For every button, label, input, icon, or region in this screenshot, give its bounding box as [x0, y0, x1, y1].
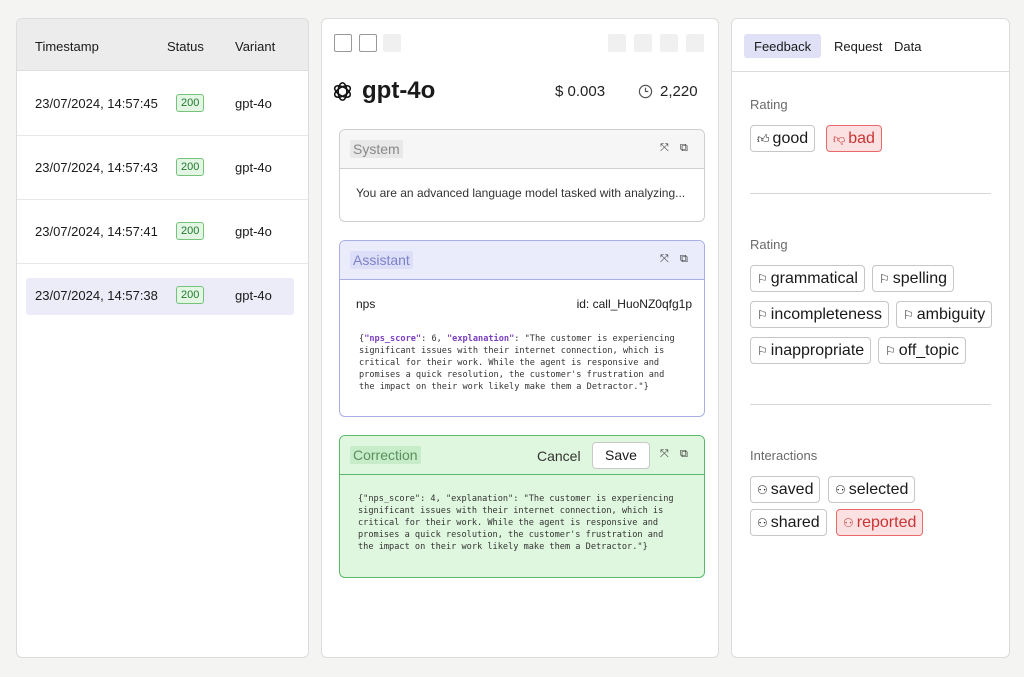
table-row[interactable]: 23/07/2024, 14:57:41 200 gpt-4o — [17, 200, 308, 264]
table-row-selected[interactable]: 23/07/2024, 14:57:38 200 gpt-4o — [17, 264, 308, 328]
collapse-icon[interactable]: ⤧ — [660, 448, 669, 461]
row-variant: gpt-4o — [235, 224, 272, 239]
row-variant: gpt-4o — [235, 160, 272, 175]
interaction-icon: ⚇ — [757, 516, 768, 530]
tool-call-json: {"nps_score": 6, "explanation": "The cus… — [350, 325, 696, 407]
assistant-label: Assistant — [350, 251, 413, 269]
interaction-icon: ⚇ — [843, 516, 854, 530]
model-title: gpt-4o — [362, 77, 435, 105]
card-header: Assistant ⤧ ⧉ — [340, 241, 704, 280]
interaction-saved-chip[interactable]: ⚇saved — [750, 476, 820, 503]
flag-icon: ⚐ — [879, 272, 890, 286]
flag-icon: ⚐ — [903, 308, 914, 322]
toolbar-placeholder — [634, 34, 652, 52]
card-header: Correction Cancel Save ⤧ ⧉ — [340, 436, 704, 475]
save-button[interactable]: Save — [592, 442, 650, 469]
interaction-reported-chip[interactable]: ⚇reported — [836, 509, 923, 536]
rating-section-label: Rating — [750, 97, 788, 112]
toolbar-placeholder — [608, 34, 626, 52]
row-timestamp: 23/07/2024, 14:57:45 — [35, 96, 158, 111]
tag-ambiguity-chip[interactable]: ⚐ambiguity — [896, 301, 992, 328]
toolbar-placeholder — [660, 34, 678, 52]
status-badge: 200 — [176, 286, 204, 304]
tag-grammatical-chip[interactable]: ⚐grammatical — [750, 265, 865, 292]
copy-icon[interactable]: ⧉ — [680, 142, 688, 155]
copy-icon[interactable]: ⧉ — [680, 253, 688, 266]
rating-bad-chip[interactable]: 👎︎bad — [826, 125, 882, 152]
tab-request[interactable]: Request — [824, 34, 892, 58]
assistant-message-card: Assistant ⤧ ⧉ nps id: call_HuoNZ0qfg1p {… — [339, 240, 705, 417]
row-timestamp: 23/07/2024, 14:57:38 — [35, 288, 158, 303]
thumbs-up-icon: 👍︎ — [757, 132, 770, 146]
column-timestamp[interactable]: Timestamp — [35, 39, 99, 54]
openai-logo-icon — [331, 80, 354, 103]
clock-icon — [638, 84, 653, 99]
toolbar-placeholder — [383, 34, 401, 52]
interaction-icon: ⚇ — [835, 483, 846, 497]
status-badge: 200 — [176, 222, 204, 240]
tab-data[interactable]: Data — [884, 34, 931, 58]
cost-value: $ 0.003 — [555, 83, 605, 100]
row-timestamp: 23/07/2024, 14:57:43 — [35, 160, 158, 175]
thumbs-down-icon: 👎︎ — [833, 132, 845, 146]
feedback-panel: Feedback Request Data Rating 👍︎good 👎︎ba… — [731, 18, 1010, 658]
select-checkbox[interactable] — [334, 34, 352, 52]
row-timestamp: 23/07/2024, 14:57:41 — [35, 224, 158, 239]
copy-icon[interactable]: ⧉ — [680, 448, 688, 461]
call-id: id: call_HuoNZ0qfg1p — [577, 297, 692, 311]
detail-panel: gpt-4o $ 0.003 2,220 System ⤧ ⧉ You are … — [321, 18, 719, 658]
tab-bar: Feedback Request Data — [732, 19, 1009, 72]
log-table: Timestamp Status Variant 23/07/2024, 14:… — [16, 18, 309, 658]
tag-off-topic-chip[interactable]: ⚐off_topic — [878, 337, 966, 364]
system-message-card: System ⤧ ⧉ You are an advanced language … — [339, 129, 705, 222]
interaction-selected-chip[interactable]: ⚇selected — [828, 476, 915, 503]
correction-card: Correction Cancel Save ⤧ ⧉ {"nps_score":… — [339, 435, 705, 578]
interaction-icon: ⚇ — [757, 483, 768, 497]
rating-tags-section-label: Rating — [750, 237, 788, 252]
correction-label: Correction — [350, 446, 421, 464]
flag-icon: ⚐ — [757, 272, 768, 286]
tab-feedback[interactable]: Feedback — [744, 34, 821, 58]
row-variant: gpt-4o — [235, 96, 272, 111]
divider — [750, 404, 991, 405]
collapse-icon[interactable]: ⤧ — [660, 142, 669, 155]
card-header: System ⤧ ⧉ — [340, 130, 704, 169]
table-row[interactable]: 23/07/2024, 14:57:45 200 gpt-4o — [17, 72, 308, 136]
tag-inappropriate-chip[interactable]: ⚐inappropriate — [750, 337, 871, 364]
tag-spelling-chip[interactable]: ⚐spelling — [872, 265, 954, 292]
flag-icon: ⚐ — [885, 344, 896, 358]
function-name: nps — [356, 297, 375, 311]
rating-good-chip[interactable]: 👍︎good — [750, 125, 815, 152]
table-row[interactable]: 23/07/2024, 14:57:43 200 gpt-4o — [17, 136, 308, 200]
toolbar-placeholder — [686, 34, 704, 52]
table-header: Timestamp Status Variant — [17, 19, 308, 71]
flag-icon: ⚐ — [757, 344, 768, 358]
token-count: 2,220 — [660, 83, 698, 100]
status-badge: 200 — [176, 94, 204, 112]
select-checkbox-2[interactable] — [359, 34, 377, 52]
system-text: You are an advanced language model taske… — [356, 186, 685, 200]
system-label: System — [350, 140, 403, 158]
flag-icon: ⚐ — [757, 308, 768, 322]
row-variant: gpt-4o — [235, 288, 272, 303]
cancel-button[interactable]: Cancel — [537, 448, 581, 464]
interaction-shared-chip[interactable]: ⚇shared — [750, 509, 827, 536]
divider — [750, 193, 991, 194]
collapse-icon[interactable]: ⤧ — [660, 253, 669, 266]
column-variant[interactable]: Variant — [235, 39, 275, 54]
column-status[interactable]: Status — [167, 39, 204, 54]
correction-editor[interactable]: {"nps_score": 4, "explanation": "The cus… — [358, 493, 674, 553]
status-badge: 200 — [176, 158, 204, 176]
tag-incompleteness-chip[interactable]: ⚐incompleteness — [750, 301, 889, 328]
interactions-section-label: Interactions — [750, 448, 817, 463]
